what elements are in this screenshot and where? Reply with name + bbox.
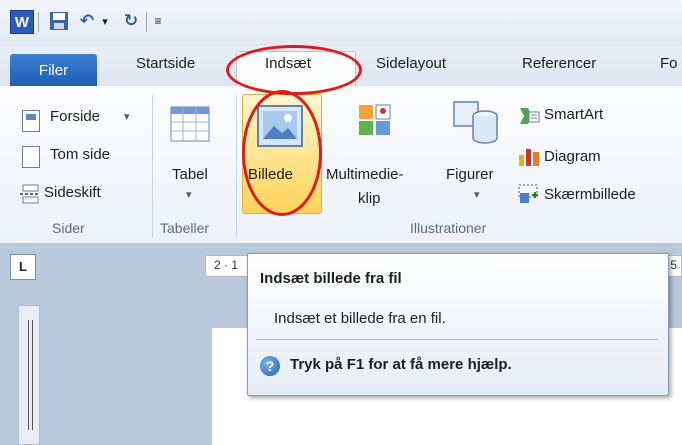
table-button[interactable]: Tabel	[172, 166, 208, 183]
tooltip-divider	[256, 339, 658, 340]
customize-toolbar-icon[interactable]: ≡	[150, 10, 166, 32]
clip-art-button[interactable]: Multimedie-	[326, 166, 404, 183]
group-separator	[152, 95, 153, 238]
undo-icon[interactable]: ↶	[76, 10, 98, 32]
screenshot-button[interactable]: Skærmbillede	[544, 186, 636, 203]
smartart-button[interactable]: SmartArt	[544, 106, 603, 123]
picture-icon	[256, 104, 304, 148]
table-dropdown-icon[interactable]: ▾	[186, 188, 192, 201]
ruler-ticks	[28, 320, 33, 430]
tab-home[interactable]: Startside	[136, 55, 195, 72]
chart-icon	[518, 146, 540, 166]
undo-dropdown-icon[interactable]: ▾	[98, 10, 112, 32]
shapes-button[interactable]: Figurer	[446, 166, 494, 183]
tab-file[interactable]: Filer	[10, 54, 97, 86]
tooltip-title: Indsæt billede fra fil	[260, 270, 402, 287]
smartart-icon	[518, 106, 540, 126]
tab-insert[interactable]: Indsæt	[265, 55, 311, 72]
group-label-pages: Sider	[52, 220, 85, 236]
tooltip-insert-picture: Indsæt billede fra fil Indsæt et billede…	[247, 253, 669, 396]
toolbar-separator	[146, 12, 147, 32]
chart-button[interactable]: Diagram	[544, 148, 601, 165]
cover-page-dropdown-icon[interactable]: ▾	[124, 110, 130, 123]
clip-art-button-line2[interactable]: klip	[358, 190, 381, 207]
blank-page-button[interactable]: Tom side	[50, 146, 110, 163]
page-break-icon	[20, 184, 40, 204]
cover-page-icon	[22, 110, 40, 132]
quick-access-toolbar: W ↶ ▾ ↻ ≡	[0, 0, 682, 46]
shapes-dropdown-icon[interactable]: ▾	[474, 188, 480, 201]
tooltip-help-text: Tryk på F1 for at få mere hjælp.	[290, 356, 512, 373]
screenshot-icon	[518, 184, 540, 204]
vertical-ruler[interactable]	[18, 305, 40, 445]
picture-button[interactable]: Billede	[248, 166, 293, 183]
word-app-icon[interactable]: W	[10, 10, 34, 34]
save-icon[interactable]	[48, 10, 70, 32]
group-separator	[236, 95, 237, 238]
tab-selector[interactable]: L	[10, 254, 36, 280]
page-break-button[interactable]: Sideskift	[44, 184, 101, 201]
group-label-illustrations: Illustrationer	[410, 220, 487, 236]
clip-art-icon	[358, 104, 392, 136]
redo-icon[interactable]: ↻	[120, 10, 142, 32]
toolbar-separator	[38, 12, 39, 32]
ruler-mark-end: 5	[670, 258, 677, 272]
tab-mailings[interactable]: Fo	[660, 55, 678, 72]
cover-page-button[interactable]: Forside	[50, 108, 100, 125]
ruler-marks: 2 · 1	[214, 258, 239, 272]
blank-page-icon	[22, 146, 40, 168]
help-icon: ?	[260, 356, 280, 376]
tab-references[interactable]: Referencer	[522, 55, 596, 72]
tab-page-layout[interactable]: Sidelayout	[376, 55, 446, 72]
tooltip-description: Indsæt et billede fra en fil.	[274, 310, 446, 327]
table-icon	[170, 106, 210, 142]
group-label-tables: Tabeller	[160, 220, 210, 236]
shapes-icon	[452, 100, 502, 150]
